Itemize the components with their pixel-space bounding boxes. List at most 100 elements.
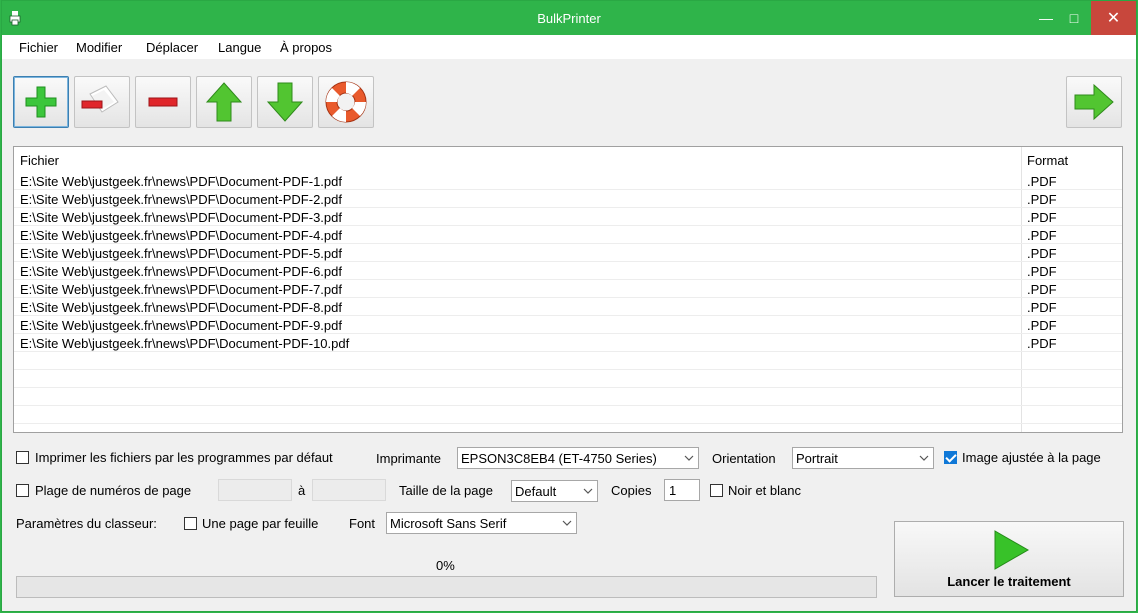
window-title: BulkPrinter [537,11,601,26]
page-size-select[interactable]: Default [511,480,598,502]
plus-icon [25,86,57,118]
add-files-button[interactable] [13,76,69,128]
default-programs-label: Imprimer les fichiers par les programmes… [35,450,333,465]
one-page-per-sheet-label: Une page par feuille [202,516,319,531]
file-path-cell: E:\Site Web\justgeek.fr\news\PDF\Documen… [20,336,350,351]
format-cell: .PDF [1027,246,1057,261]
orientation-select[interactable]: Portrait [792,447,934,469]
table-row[interactable]: E:\Site Web\justgeek.fr\news\PDF\Documen… [14,226,1122,244]
page-size-value: Default [515,484,557,499]
play-icon [994,530,1030,570]
file-path-cell: E:\Site Web\justgeek.fr\news\PDF\Documen… [20,300,342,315]
page-size-label: Taille de la page [399,483,493,498]
font-value: Microsoft Sans Serif [390,516,507,531]
page-range-to-input[interactable] [312,479,386,501]
menu-langue[interactable]: Langue [218,40,261,55]
chevron-down-icon [562,520,572,526]
file-path-cell: E:\Site Web\justgeek.fr\news\PDF\Documen… [20,228,342,243]
grayscale-checkbox[interactable] [710,484,723,497]
table-row[interactable]: E:\Site Web\justgeek.fr\news\PDF\Documen… [14,172,1122,190]
table-row[interactable]: E:\Site Web\justgeek.fr\news\PDF\Documen… [14,280,1122,298]
file-path-cell: E:\Site Web\justgeek.fr\news\PDF\Documen… [20,192,342,207]
fit-image-label: Image ajustée à la page [962,450,1101,465]
printer-select[interactable]: EPSON3C8EB4 (ET-4750 Series) [457,447,699,469]
file-path-cell: E:\Site Web\justgeek.fr\news\PDF\Documen… [20,210,342,225]
table-row[interactable]: E:\Site Web\justgeek.fr\news\PDF\Documen… [14,208,1122,226]
format-cell: .PDF [1027,264,1057,279]
empty-row [14,352,1122,370]
chevron-down-icon [684,455,694,461]
menu-a-propos[interactable]: À propos [280,40,332,55]
table-row[interactable]: E:\Site Web\justgeek.fr\news\PDF\Documen… [14,190,1122,208]
remove-button[interactable] [135,76,191,128]
orientation-label: Orientation [712,451,776,466]
app-window: BulkPrinter — □ ✕ Fichier Modifier Dépla… [1,0,1137,612]
minimize-button[interactable]: — [1032,1,1060,35]
file-path-cell: E:\Site Web\justgeek.fr\news\PDF\Documen… [20,264,342,279]
default-programs-checkbox[interactable] [16,451,29,464]
format-cell: .PDF [1027,192,1057,207]
orientation-value: Portrait [796,451,838,466]
column-header-fichier[interactable]: Fichier [20,153,59,168]
progress-bar [16,576,877,598]
printer-label: Imprimante [376,451,442,466]
next-button[interactable] [1066,76,1122,128]
remove-document-icon [81,85,119,113]
chevron-down-icon [583,488,593,494]
copies-input[interactable]: 1 [664,479,700,501]
page-range-checkbox[interactable] [16,484,29,497]
fit-image-checkbox[interactable] [944,451,957,464]
lifebuoy-icon [325,81,367,123]
table-row[interactable]: E:\Site Web\justgeek.fr\news\PDF\Documen… [14,334,1122,352]
grayscale-label: Noir et blanc [728,483,801,498]
format-cell: .PDF [1027,174,1057,189]
menu-fichier[interactable]: Fichier [19,40,58,55]
file-path-cell: E:\Site Web\justgeek.fr\news\PDF\Documen… [20,174,342,189]
empty-row [14,388,1122,406]
copies-label: Copies [611,483,652,498]
page-range-from-input[interactable] [218,479,292,501]
chevron-down-icon [919,455,929,461]
menu-deplacer[interactable]: Déplacer [146,40,198,55]
one-page-per-sheet-checkbox[interactable] [184,517,197,530]
format-cell: .PDF [1027,282,1057,297]
arrow-up-icon [205,82,243,122]
launch-processing-label: Lancer le traitement [947,574,1071,589]
format-cell: .PDF [1027,318,1057,333]
maximize-icon: □ [1069,10,1079,26]
page-range-to-label: à [298,483,306,498]
title-bar: BulkPrinter — □ ✕ [2,1,1136,35]
table-row[interactable]: E:\Site Web\justgeek.fr\news\PDF\Documen… [14,244,1122,262]
page-range-label: Plage de numéros de page [35,483,192,498]
arrow-down-icon [266,82,304,122]
table-row[interactable]: E:\Site Web\justgeek.fr\news\PDF\Documen… [14,316,1122,334]
format-cell: .PDF [1027,336,1057,351]
table-row[interactable]: E:\Site Web\justgeek.fr\news\PDF\Documen… [14,298,1122,316]
move-down-button[interactable] [257,76,313,128]
move-up-button[interactable] [196,76,252,128]
font-label: Font [349,516,376,531]
table-row[interactable]: E:\Site Web\justgeek.fr\news\PDF\Documen… [14,262,1122,280]
file-path-cell: E:\Site Web\justgeek.fr\news\PDF\Documen… [20,282,342,297]
column-header-format[interactable]: Format [1027,153,1068,168]
close-button[interactable]: ✕ [1091,1,1136,35]
close-icon: ✕ [1106,10,1121,27]
font-select[interactable]: Microsoft Sans Serif [386,512,577,534]
format-cell: .PDF [1027,300,1057,315]
maximize-button[interactable]: □ [1060,1,1088,35]
minus-icon [148,97,178,107]
format-cell: .PDF [1027,210,1057,225]
workbook-settings-label: Paramètres du classeur: [16,516,157,531]
progress-percent: 0% [436,558,455,573]
launch-processing-button[interactable]: Lancer le traitement [894,521,1124,597]
arrow-right-icon [1074,83,1114,121]
printer-value: EPSON3C8EB4 (ET-4750 Series) [461,451,657,466]
format-cell: .PDF [1027,228,1057,243]
help-button[interactable] [318,76,374,128]
copies-value: 1 [669,483,677,498]
menu-bar: Fichier Modifier Déplacer Langue À propo… [2,35,1136,59]
remove-selected-button[interactable] [74,76,130,128]
menu-modifier[interactable]: Modifier [76,40,122,55]
file-list[interactable]: Fichier Format E:\Site Web\justgeek.fr\n… [13,146,1123,433]
empty-row [14,406,1122,424]
